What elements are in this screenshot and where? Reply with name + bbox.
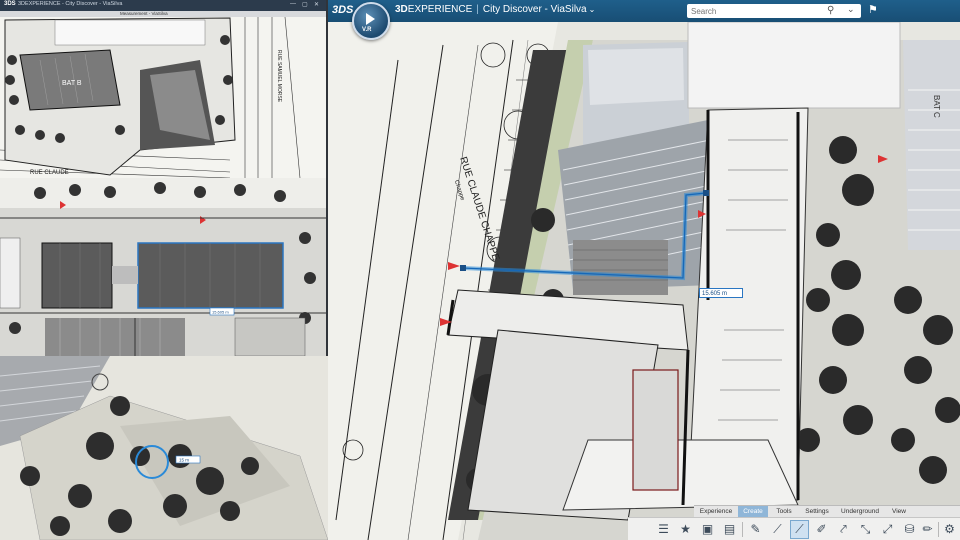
image-panel-icon[interactable]: ▣ [698,520,717,539]
measurement-label[interactable]: 15.605 m [699,288,743,298]
action-bar-tabs: Experience Create Tools Settings Undergr… [694,505,960,517]
connector-icon[interactable]: ⤡ [856,520,875,539]
compass-label: V.R [362,27,372,33]
plan-window-tab[interactable]: Measurement - ViaSilva [120,11,168,16]
tab-create[interactable]: Create [738,506,768,517]
building-b-label: BAT B [62,80,82,87]
path-icon[interactable]: ⤤ [834,520,853,539]
play-icon[interactable] [366,13,375,25]
search-dropdown-icon[interactable]: ⌄ [847,4,855,15]
perspective-drawing[interactable]: 15 m [0,356,328,540]
star-panel-icon[interactable]: ★ [676,520,695,539]
plan-view-window: BAT B RUE CLAUDE RUE SAMUEL MORSE 3DS 3D… [0,0,326,178]
table-panel-icon[interactable]: ▤ [720,520,739,539]
close-icon[interactable]: ✕ [314,1,319,8]
tab-view[interactable]: View [886,506,912,517]
tab-settings[interactable]: Settings [800,506,834,517]
street-label-plan: RUE CLAUDE [30,170,69,176]
paint-brush-icon[interactable]: ✏ [918,520,937,539]
detail-plan-drawing[interactable]: 15.605 m [0,178,326,356]
polyline-icon[interactable]: ⟋ [768,520,787,539]
chevron-down-icon[interactable]: ⌄ [589,5,596,14]
measure-line-icon[interactable]: ⟋ [790,520,809,539]
plan-window-tabbar: Measurement - ViaSilva [0,11,326,17]
search-input[interactable] [691,5,821,17]
brush-icon[interactable]: ✐ [812,520,831,539]
app-brand: 3DEXPERIENCE | City Discover - ViaSilva ⌄ [395,4,595,15]
maximize-icon[interactable]: ▢ [302,1,308,8]
top-bar: 3DS 3DEXPERIENCE | City Discover - ViaSilv… [328,0,960,22]
plan-drawing[interactable]: BAT B RUE CLAUDE RUE SAMUEL MORSE [0,0,326,178]
bucket-icon[interactable]: ⛁ [900,520,919,539]
pencil-icon[interactable]: ✎ [746,520,765,539]
ds-logo-small: 3DS [4,1,16,7]
street-label-vertical: RUE SAMUEL MORSE [276,50,282,103]
node-link-icon[interactable]: ⤢ [878,520,897,539]
layers-list-icon[interactable]: ☰ [654,520,673,539]
brand-prefix: 3D [395,4,408,15]
brand-name: EXPERIENCE [407,4,473,15]
building-label: BAT C [932,95,941,118]
detail-plan-window: 15.605 m [0,178,326,356]
viewport-scene: RUE CLAUDE CHAPPE Chappe BAT C [328,22,960,540]
perspective-view-pane: 15 m [0,356,328,540]
plan-window-titlebar: 3DS 3DEXPERIENCE - City Discover - ViaSi… [0,0,326,11]
search-icon[interactable]: ⚲ [827,5,834,16]
detail-measurement-label: 15.605 m [212,310,229,315]
compass-widget[interactable]: V.R [352,2,390,40]
tag-icon[interactable]: ⚑ [868,3,878,16]
perspective-measurement-label: 15 m [179,458,189,463]
toolbar-separator [742,522,743,537]
ds-logo[interactable]: 3DS [332,4,353,16]
tab-experience[interactable]: Experience [696,506,736,517]
city-3d-viewport[interactable]: RUE CLAUDE CHAPPE Chappe BAT C 15.605 m [328,22,960,540]
plan-window-title: 3DEXPERIENCE - City Discover - ViaSilva [18,1,123,7]
app-title[interactable]: City Discover - ViaSilva [483,4,587,15]
tab-underground[interactable]: Underground [836,506,884,517]
settings-gear-icon[interactable]: ⚙ [940,520,959,539]
search-box[interactable]: ⚲ ⌄ [687,4,861,18]
tab-tools[interactable]: Tools [770,506,798,517]
toolbar-separator [938,522,939,537]
action-toolbar: ☰ ★ ▣ ▤ ✎ ⟋ ⟋ ✐ ⤤ ⤡ ⤢ ⛁ ✏ ⧉ ⚙ [628,517,960,540]
minimize-icon[interactable]: — [290,1,296,7]
brand-separator: | [476,4,479,15]
main-3d-window: RUE CLAUDE CHAPPE Chappe BAT C 15.605 m … [328,0,960,540]
